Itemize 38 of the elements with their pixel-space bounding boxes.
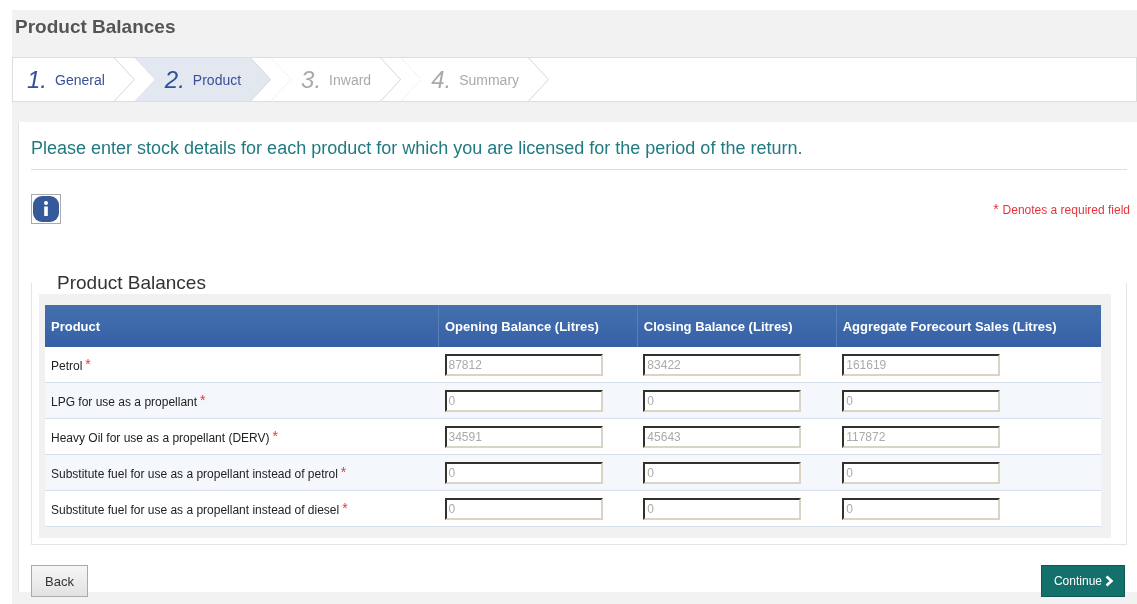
balance-field[interactable]: 0 [444,461,603,484]
balance-field[interactable]: 87812 [444,353,603,376]
product-name: Substitute fuel for use as a propellant instead of diesel [51,503,340,517]
instruction-text: Please enter stock details for each product for which you are licensed for the period of the return. [31,138,803,159]
balance-field[interactable]: 0 [842,461,1001,484]
balance-field[interactable]: 45643 [643,425,802,448]
balance-field[interactable]: 83422 [643,353,802,376]
required-mark: * [272,428,278,444]
section-title: Product Balances [56,272,207,294]
balance-field[interactable]: 161619 [842,353,1001,376]
required-mark: * [85,356,91,372]
required-mark: * [200,392,206,408]
required-mark: * [342,500,348,516]
balance-field[interactable]: 34591 [444,425,603,448]
balance-field[interactable]: 0 [842,389,1001,412]
product-name: Petrol [51,359,83,373]
chevron-icon [1105,575,1114,587]
wizard-step[interactable]: 2. Product [134,58,272,101]
product-name: Substitute fuel for use as a propellant instead of petrol [51,467,338,481]
balance-field[interactable]: 0 [643,389,802,412]
balance-field[interactable]: 0 [444,497,603,520]
product-name: LPG for use as a propellant [51,395,198,409]
column-header: Aggregate Forecourt Sales (Litres) [836,305,1101,347]
column-header: Opening Balance (Litres) [438,305,638,347]
balance-field[interactable]: 0 [643,497,802,520]
balance-field[interactable]: 0 [643,461,802,484]
column-header: Product [45,305,439,347]
required-note: * Denotes a required field [993,201,1130,217]
balance-field[interactable]: 0 [842,497,1001,520]
product-name: Heavy Oil for use as a propellant (DERV) [51,431,270,445]
column-header: Closing Balance (Litres) [637,305,837,347]
continue-button[interactable]: Continue [1040,565,1125,597]
info-icon[interactable] [31,194,61,224]
balance-field[interactable]: 117872 [842,425,1001,448]
back-button[interactable]: Back [31,565,88,597]
page-title: Product Balances [14,15,177,39]
balance-field[interactable]: 0 [444,389,603,412]
required-mark: * [340,464,347,480]
